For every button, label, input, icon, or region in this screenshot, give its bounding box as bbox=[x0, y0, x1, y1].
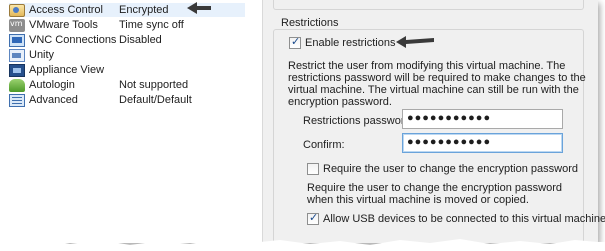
checkbox-box[interactable] bbox=[289, 35, 301, 49]
list-item-vmware-tools[interactable]: VMware Tools Time sync off bbox=[9, 18, 245, 32]
arrow-annotation-icon bbox=[187, 2, 211, 14]
list-item-autologin[interactable]: Autologin Not supported bbox=[9, 78, 245, 92]
torn-edge bbox=[0, 239, 605, 251]
appliance-view-icon bbox=[9, 63, 25, 77]
list-item-advanced[interactable]: Advanced Default/Default bbox=[9, 93, 245, 107]
item-name: VMware Tools bbox=[29, 19, 98, 31]
checkbox-label: Enable restrictions bbox=[305, 37, 396, 49]
list-item-appliance-view[interactable]: Appliance View bbox=[9, 63, 245, 77]
restrictions-password-field[interactable]: ●●●●●●●●●●● bbox=[402, 109, 563, 129]
restrictions-panel: Restrictions Enable restrictions Restric… bbox=[262, 0, 605, 243]
require-change-checkbox[interactable]: Require the user to change the encryptio… bbox=[307, 163, 578, 175]
require-change-description: Require the user to change the encryptio… bbox=[307, 182, 562, 206]
vmware-tools-icon bbox=[9, 18, 25, 32]
item-name: Access Control bbox=[29, 4, 103, 16]
restrictions-description: Restrict the user from modifying this vi… bbox=[288, 60, 586, 108]
enable-restrictions-checkbox[interactable]: Enable restrictions bbox=[289, 35, 396, 49]
settings-list: Access Control Encrypted VMware Tools Ti… bbox=[0, 0, 262, 243]
monitor-icon bbox=[9, 33, 25, 47]
users-icon bbox=[9, 78, 25, 92]
allow-usb-checkbox[interactable]: Allow USB devices to be connected to thi… bbox=[307, 211, 605, 225]
item-name: Unity bbox=[29, 49, 55, 61]
arrow-annotation-icon bbox=[396, 36, 434, 48]
checkbox-box[interactable] bbox=[307, 163, 319, 175]
group-title: Restrictions bbox=[280, 17, 342, 29]
checkbox-box[interactable] bbox=[307, 211, 319, 225]
item-value: Not supported bbox=[119, 79, 189, 91]
item-value: Disabled bbox=[119, 34, 162, 46]
restrictions-password-label: Restrictions password: bbox=[303, 115, 414, 127]
checkbox-label: Require the user to change the encryptio… bbox=[323, 163, 578, 175]
list-item-vnc-connections[interactable]: VNC Connections Disabled bbox=[9, 33, 245, 47]
confirm-label: Confirm: bbox=[303, 139, 345, 151]
item-name: Advanced bbox=[29, 94, 78, 106]
checkbox-label: Allow USB devices to be connected to thi… bbox=[323, 213, 605, 225]
item-value: Default/Default bbox=[119, 94, 192, 106]
item-name: Autologin bbox=[29, 79, 75, 91]
item-value: Time sync off bbox=[119, 19, 184, 31]
item-name: Appliance View bbox=[29, 64, 105, 76]
item-name: VNC Connections bbox=[29, 34, 117, 46]
previous-group-box bbox=[273, 0, 584, 10]
item-value: Encrypted bbox=[119, 4, 169, 16]
lock-icon bbox=[9, 3, 25, 17]
settings-window: Access Control Encrypted VMware Tools Ti… bbox=[0, 0, 605, 243]
list-item-unity[interactable]: Unity bbox=[9, 48, 245, 62]
advanced-icon bbox=[9, 93, 25, 107]
confirm-password-field[interactable]: ●●●●●●●●●●● bbox=[402, 133, 563, 153]
unity-icon bbox=[9, 48, 25, 62]
